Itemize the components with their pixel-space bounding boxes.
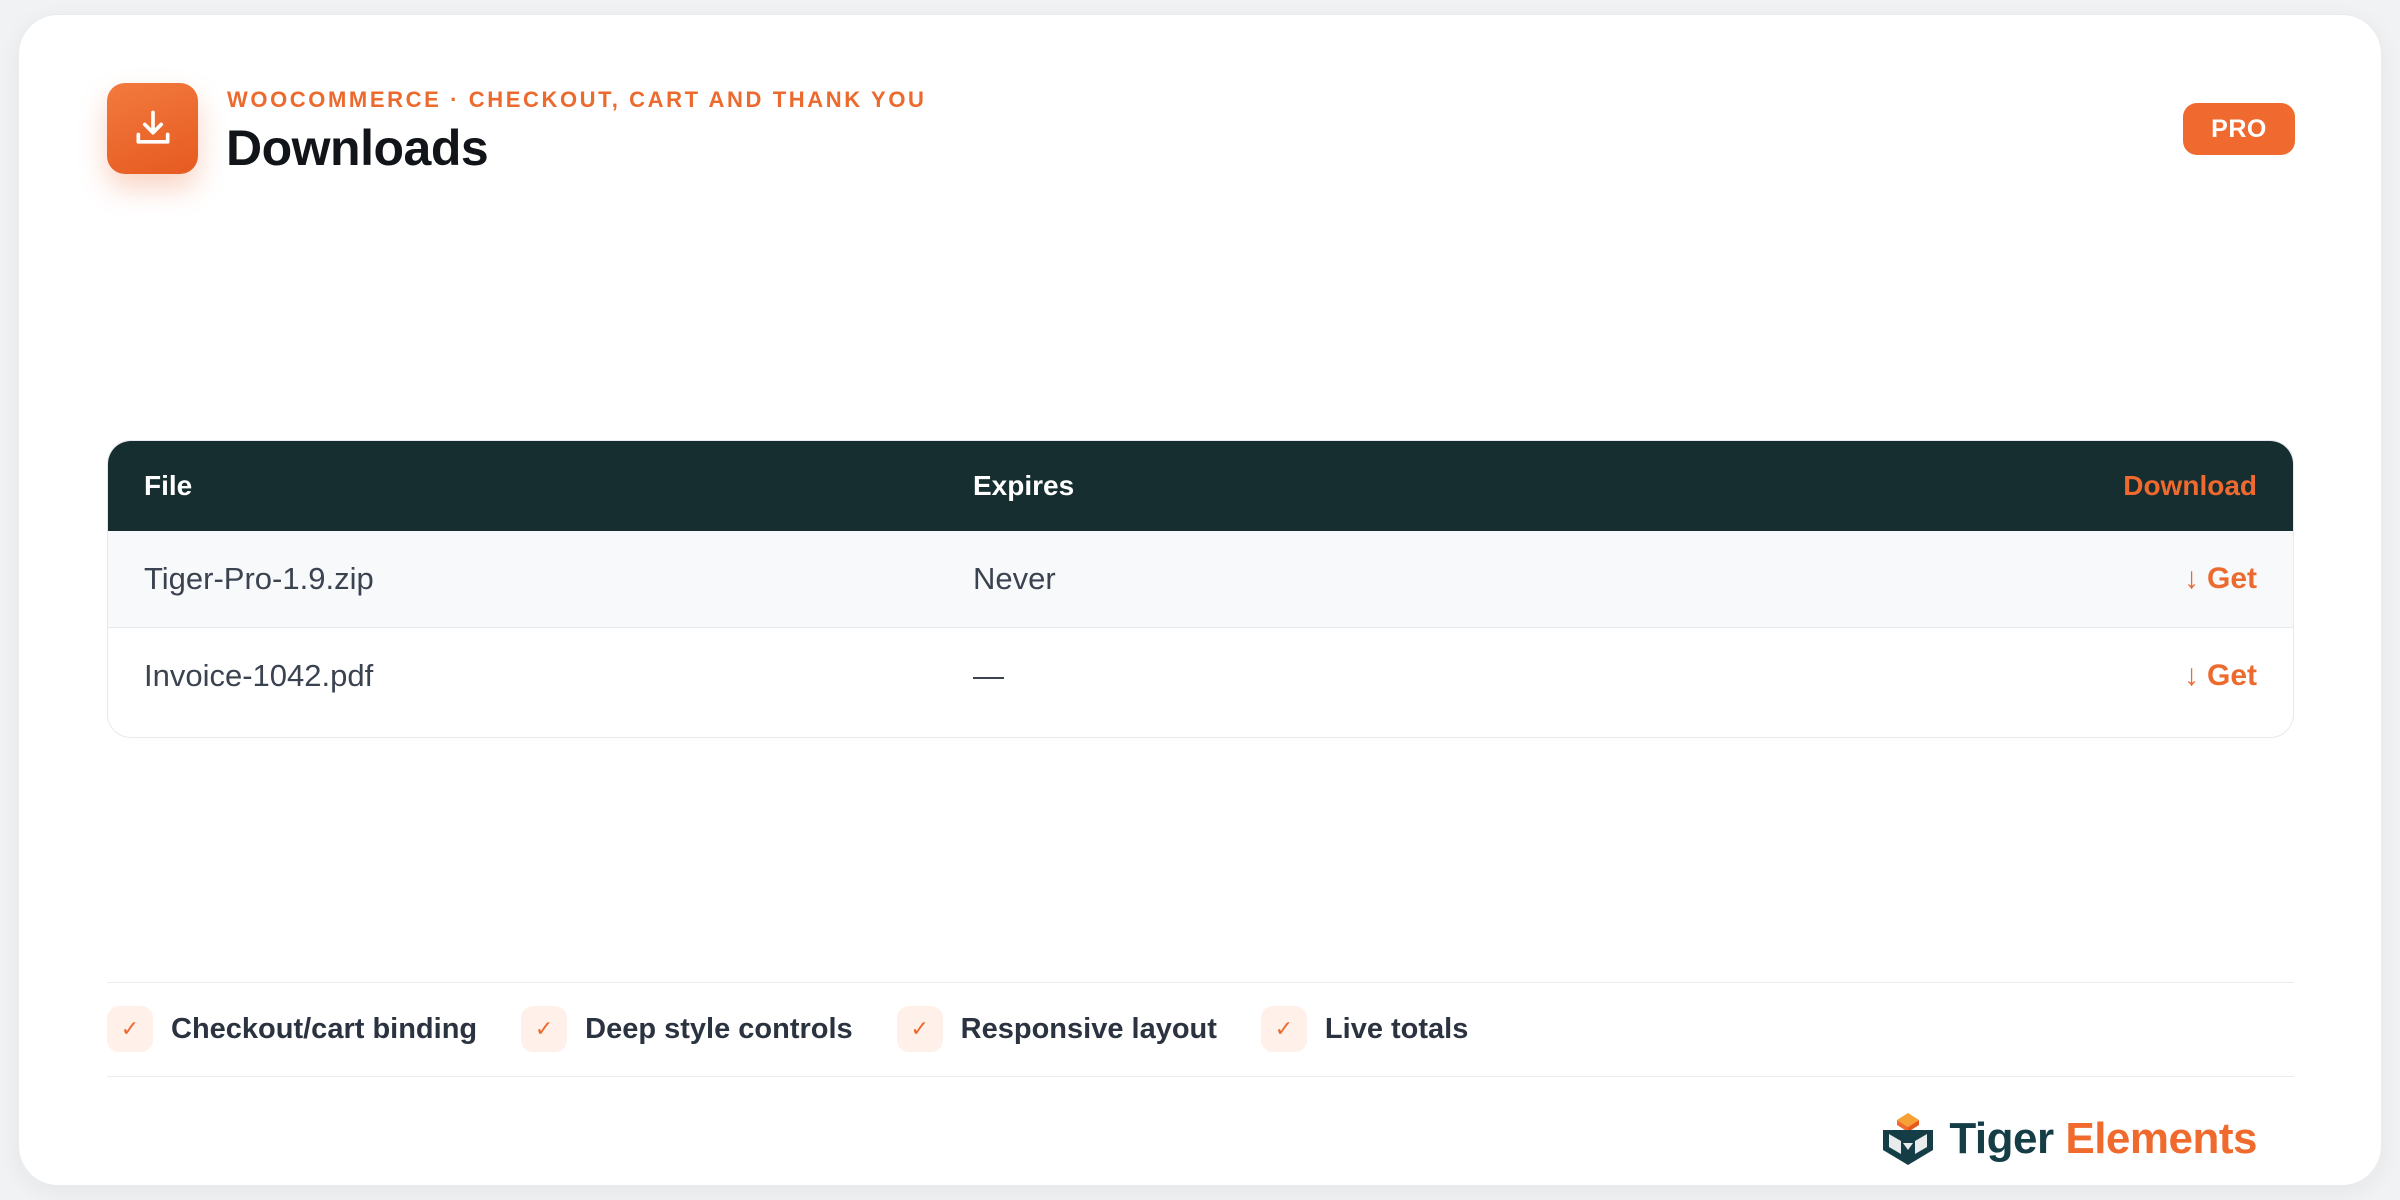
- arrow-down-icon: ↓: [2183, 562, 2199, 595]
- column-header-expires: Expires: [973, 470, 1075, 501]
- check-icon: ✓: [896, 1006, 943, 1052]
- page-title: Downloads: [226, 120, 489, 176]
- widget-card: WOOCOMMERCE · CHECKOUT, CART AND THANK Y…: [18, 14, 2382, 1186]
- column-header-download: Download: [2123, 470, 2257, 501]
- feature-label: Deep style controls: [585, 1012, 853, 1045]
- divider: [107, 1076, 2294, 1077]
- feature-list: ✓ Checkout/cart binding ✓ Deep style con…: [107, 1005, 1512, 1053]
- arrow-down-icon: ↓: [2183, 659, 2199, 692]
- pro-badge: PRO: [2183, 103, 2295, 155]
- get-download-link[interactable]: ↓ Get: [2184, 531, 2257, 627]
- expires-value: —: [973, 658, 1004, 693]
- feature-label: Checkout/cart binding: [171, 1012, 478, 1045]
- brand-lockup: Tiger Elements: [1879, 1109, 2257, 1169]
- feature-label: Responsive layout: [960, 1012, 1217, 1045]
- brand-name: Tiger Elements: [1949, 1114, 2257, 1163]
- get-link-label: Get: [2206, 562, 2257, 595]
- table-row: Tiger-Pro-1.9.zip Never ↓ Get: [108, 531, 2293, 627]
- get-link-label: Get: [2206, 659, 2257, 692]
- downloads-table: File Expires Download Tiger-Pro-1.9.zip …: [107, 440, 2294, 738]
- check-icon: ✓: [1260, 1006, 1307, 1052]
- tiger-elements-logo-icon: [1883, 1113, 1934, 1165]
- get-download-link[interactable]: ↓ Get: [2184, 628, 2257, 724]
- feature-item: ✓ Live totals: [1260, 1006, 1469, 1052]
- feature-item: ✓ Checkout/cart binding: [107, 1006, 477, 1052]
- column-header-file: File: [144, 470, 193, 501]
- download-icon: [107, 83, 198, 174]
- check-icon: ✓: [107, 1006, 153, 1052]
- table-row: Invoice-1042.pdf — ↓ Get: [108, 627, 2293, 723]
- feature-item: ✓ Responsive layout: [896, 1006, 1217, 1052]
- file-name: Invoice-1042.pdf: [144, 658, 374, 693]
- category-eyebrow: WOOCOMMERCE · CHECKOUT, CART AND THANK Y…: [227, 87, 927, 112]
- feature-label: Live totals: [1324, 1012, 1469, 1045]
- feature-item: ✓ Deep style controls: [521, 1006, 853, 1052]
- table-header: File Expires Download: [108, 441, 2293, 531]
- file-name: Tiger-Pro-1.9.zip: [144, 561, 374, 596]
- expires-value: Never: [973, 561, 1056, 596]
- divider: [107, 982, 2294, 983]
- check-icon: ✓: [521, 1006, 568, 1052]
